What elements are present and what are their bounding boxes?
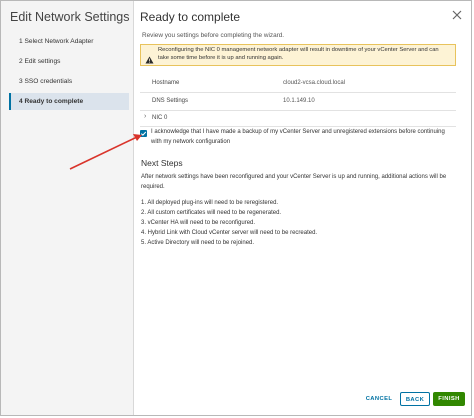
- wizard-steps: 1 Select Network Adapter 2 Edit settings…: [9, 33, 129, 113]
- chevron-right-icon[interactable]: ›: [144, 113, 146, 120]
- checkmark-icon[interactable]: [140, 130, 147, 137]
- nic-expander[interactable]: › NIC 0: [140, 111, 456, 127]
- next-steps-intro: After network settings have been reconfi…: [141, 174, 447, 190]
- cancel-button[interactable]: CANCEL: [360, 392, 398, 406]
- acknowledge-label: I acknowledge that I have made a backup …: [151, 129, 445, 145]
- page-title: Ready to complete: [140, 10, 241, 24]
- wizard-footer: CANCEL BACK FINISH: [134, 385, 471, 415]
- list-item: 1. All deployed plug-ins will need to be…: [141, 200, 279, 206]
- setting-value: cloud2-vcsa.cloud.local: [283, 80, 346, 86]
- next-steps-heading: Next Steps: [141, 158, 183, 168]
- list-item: 5. Active Directory will need to be rejo…: [141, 240, 255, 246]
- next-steps-list: 1. All deployed plug-ins will need to be…: [141, 198, 457, 248]
- wizard-sidebar: Edit Network Settings 1 Select Network A…: [1, 1, 134, 415]
- acknowledge-checkbox[interactable]: [140, 130, 147, 137]
- step-edit-settings[interactable]: 2 Edit settings: [9, 53, 129, 70]
- wizard-main: Ready to complete Review you settings be…: [134, 1, 471, 415]
- setting-label: DNS Settings: [152, 98, 189, 104]
- settings-table: Hostname cloud2-vcsa.cloud.local DNS Set…: [140, 75, 456, 127]
- step-select-network-adapter[interactable]: 1 Select Network Adapter: [9, 33, 129, 50]
- page-subtitle: Review you settings before completing th…: [142, 32, 285, 39]
- close-icon[interactable]: [452, 10, 462, 20]
- table-row: DNS Settings 10.1.149.10: [140, 93, 456, 111]
- setting-label: Hostname: [152, 80, 180, 86]
- wizard-title: Edit Network Settings: [10, 10, 130, 24]
- edit-network-settings-dialog: Edit Network Settings 1 Select Network A…: [0, 0, 472, 416]
- nic-label: NIC 0: [152, 115, 168, 121]
- list-item: 3. vCenter HA will need to be reconfigur…: [141, 220, 256, 226]
- back-button[interactable]: BACK: [400, 392, 430, 406]
- finish-button[interactable]: FINISH: [433, 392, 465, 406]
- step-sso-credentials[interactable]: 3 SSO credentials: [9, 73, 129, 90]
- table-row: Hostname cloud2-vcsa.cloud.local: [140, 75, 456, 93]
- close-button[interactable]: [452, 10, 462, 20]
- setting-value: 10.1.149.10: [283, 98, 315, 104]
- list-item: 4. Hybrid Link with Cloud vCenter server…: [141, 230, 318, 236]
- warning-text: Reconfiguring the NIC 0 management netwo…: [158, 47, 439, 61]
- list-item: 2. All custom certificates will need to …: [141, 210, 282, 216]
- warning-icon: [145, 51, 154, 69]
- step-ready-to-complete[interactable]: 4 Ready to complete: [9, 93, 129, 110]
- warning-alert: Reconfiguring the NIC 0 management netwo…: [140, 44, 456, 66]
